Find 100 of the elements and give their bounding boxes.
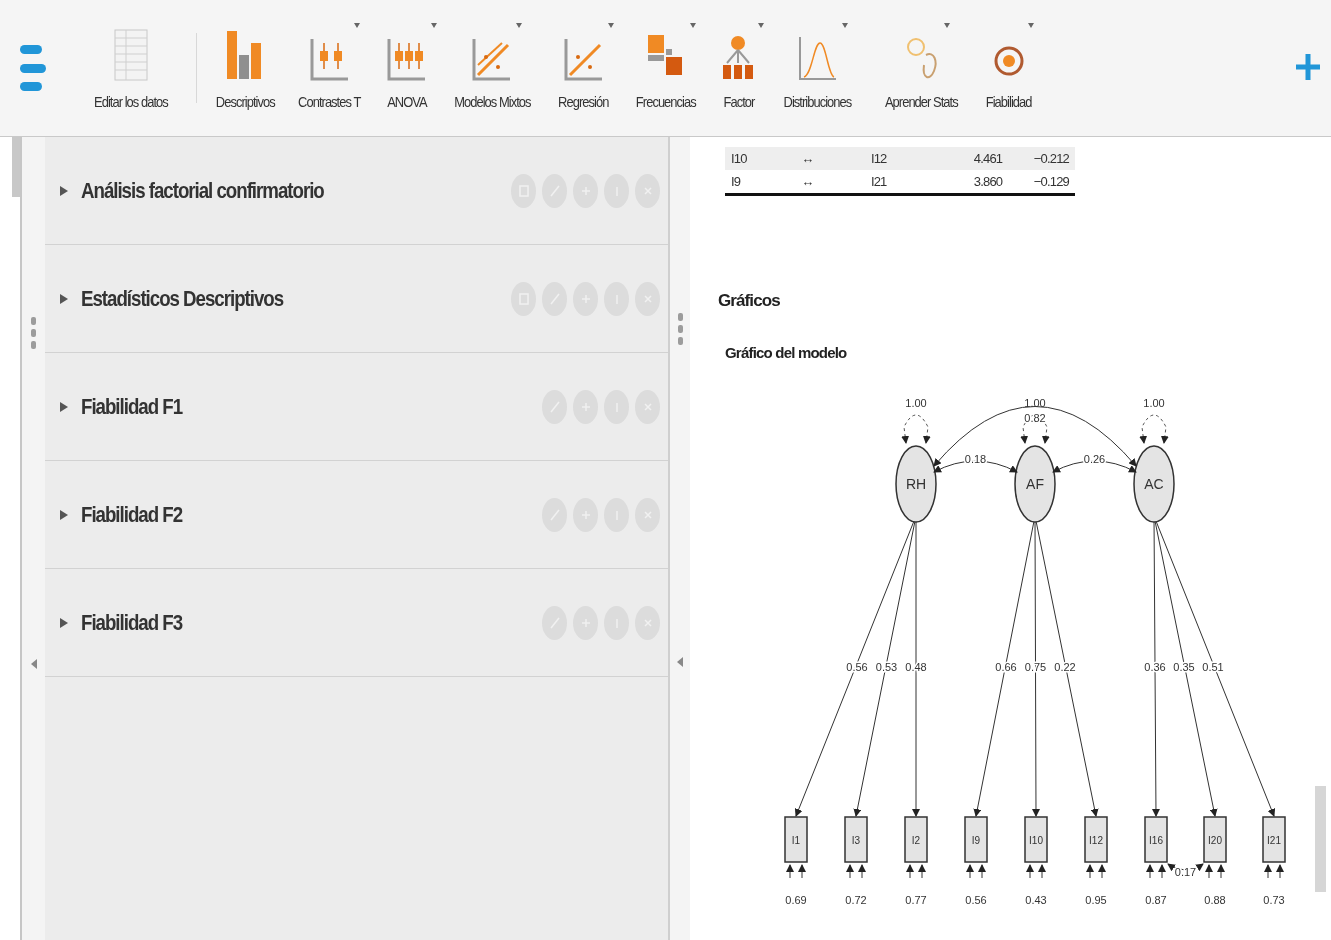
residual-arrow — [1098, 864, 1106, 879]
hierarchy-icon — [722, 34, 755, 81]
collapsed-triangle-icon — [59, 508, 69, 521]
toolbar-button[interactable]: ANOVA — [379, 26, 434, 110]
indicator-node — [1084, 816, 1108, 863]
residual-value: 0.69 — [785, 894, 807, 906]
toolbar-button[interactable]: Aprender Stats — [875, 26, 968, 110]
residual-arrow — [786, 864, 794, 879]
indicator-node — [1144, 816, 1168, 863]
collapse-button[interactable] — [677, 657, 683, 667]
plot-title: Gráfico del modelo — [725, 344, 848, 361]
loading-value: 0.35 — [1173, 661, 1195, 673]
indicator-label: I20 — [1208, 835, 1222, 846]
variance-loop — [901, 414, 931, 444]
drag-handle[interactable] — [677, 313, 683, 345]
residual-arrow — [1038, 864, 1046, 879]
residual-arrow — [846, 864, 854, 879]
distribution-curve-icon — [797, 34, 838, 81]
toolbar-button[interactable]: Frecuencias — [626, 26, 705, 110]
residual-arrow — [1158, 864, 1166, 879]
residual-value: 0.88 — [1204, 894, 1226, 906]
analysis-header[interactable]: Análisis factorial confirmatorio — [45, 137, 668, 245]
residual-arrow — [1205, 864, 1213, 879]
loading-value: 0.22 — [1054, 661, 1076, 673]
indicator-label: I21 — [1267, 835, 1281, 846]
toolbar-button[interactable]: Editar los datos — [84, 26, 178, 110]
analysis-title: Fiabilidad F2 — [81, 501, 183, 528]
analysis-header[interactable]: Estadísticos Descriptivos — [45, 245, 668, 353]
indicator-node — [1024, 816, 1048, 863]
table-cell: 3.860 — [943, 170, 1009, 195]
indicator-node — [844, 816, 868, 863]
collapsed-triangle-icon — [59, 400, 69, 413]
spreadsheet-icon — [113, 28, 148, 81]
collapsed-triangle-icon — [59, 184, 69, 197]
scatter-plot-icon — [472, 36, 512, 81]
factor-label: RH — [905, 476, 927, 492]
table-cell: ↔ — [795, 170, 865, 195]
table-cell: −0.129 — [1008, 170, 1075, 195]
drag-handle[interactable] — [31, 317, 36, 349]
toolbar-button[interactable]: Contrastes T — [289, 26, 370, 110]
loading-value: 0.56 — [846, 661, 868, 673]
table-cell: −0.212 — [1008, 147, 1075, 170]
indicator-label: I10 — [1029, 835, 1043, 846]
residual-arrow — [1276, 864, 1284, 879]
indicator-label: I1 — [791, 835, 801, 846]
residual-value: 0.72 — [845, 894, 867, 906]
analysis-header[interactable]: Fiabilidad F3 — [45, 569, 668, 677]
toolbar-button[interactable]: Descriptivos — [206, 26, 284, 110]
variance-value: 1.00 — [905, 397, 927, 409]
residual-value: 0.73 — [1263, 894, 1285, 906]
toolbar-button[interactable]: Modelos Mixtos — [443, 26, 541, 110]
residual-arrow — [966, 864, 974, 879]
residual-value: 0.56 — [965, 894, 987, 906]
analysis-title: Análisis factorial confirmatorio — [81, 177, 324, 204]
residual-arrow — [1264, 864, 1272, 879]
residual-value: 0.87 — [1145, 894, 1167, 906]
loading-value: 0.48 — [905, 661, 927, 673]
scatter-plot-icon — [563, 36, 604, 81]
covariance-value: 0.82 — [1024, 412, 1046, 424]
indicator-node — [1262, 816, 1286, 863]
indicator-node — [904, 816, 928, 863]
residual-covariance-value: 0.17 — [1174, 866, 1197, 878]
loading-value: 0.36 — [1144, 661, 1166, 673]
residual-arrow — [858, 864, 866, 879]
box-plot-icon — [309, 36, 350, 81]
table-cell: I21 — [864, 170, 944, 195]
collapsed-triangle-icon — [59, 292, 69, 305]
variance-loop — [1139, 414, 1169, 444]
analysis-title: Fiabilidad F1 — [81, 393, 183, 420]
analysis-title: Estadísticos Descriptivos — [81, 285, 284, 312]
analysis-header[interactable]: Fiabilidad F2 — [45, 461, 668, 569]
toolbar-button[interactable]: Fiabilidad — [977, 26, 1040, 110]
residual-arrow — [798, 864, 806, 879]
residual-arrow — [906, 864, 914, 879]
analysis-header[interactable]: Fiabilidad F1 — [45, 353, 668, 461]
indicator-label: I3 — [851, 835, 861, 846]
indicator-label: I9 — [971, 835, 981, 846]
section-heading: Gráficos — [718, 291, 781, 311]
indicator-label: I2 — [911, 835, 921, 846]
indicator-node — [964, 816, 988, 863]
collapse-left-button[interactable] — [30, 659, 37, 669]
toolbar-button[interactable]: Factor — [716, 26, 761, 110]
loading-value: 0.66 — [995, 661, 1017, 673]
factor-label: AF — [1026, 476, 1044, 492]
indicator-label: I12 — [1089, 835, 1103, 846]
scrollbar-thumb[interactable] — [12, 137, 20, 197]
residual-arrow — [1086, 864, 1094, 879]
loading-value: 0.51 — [1202, 661, 1224, 673]
indicator-node — [784, 816, 808, 863]
variance-value: 1.00 — [1024, 397, 1046, 409]
toolbar-button[interactable]: Distribuciones — [774, 26, 862, 110]
variance-value: 1.00 — [1143, 397, 1165, 409]
residual-arrow — [918, 864, 926, 879]
indicator-label: I16 — [1149, 835, 1163, 846]
scrollbar-thumb[interactable] — [1315, 786, 1326, 892]
residual-arrow — [978, 864, 986, 879]
residual-value: 0.77 — [905, 894, 927, 906]
toolbar-button[interactable]: Regresión — [550, 26, 617, 110]
residual-arrow — [1217, 864, 1225, 879]
table-cell: ↔ — [795, 147, 865, 170]
